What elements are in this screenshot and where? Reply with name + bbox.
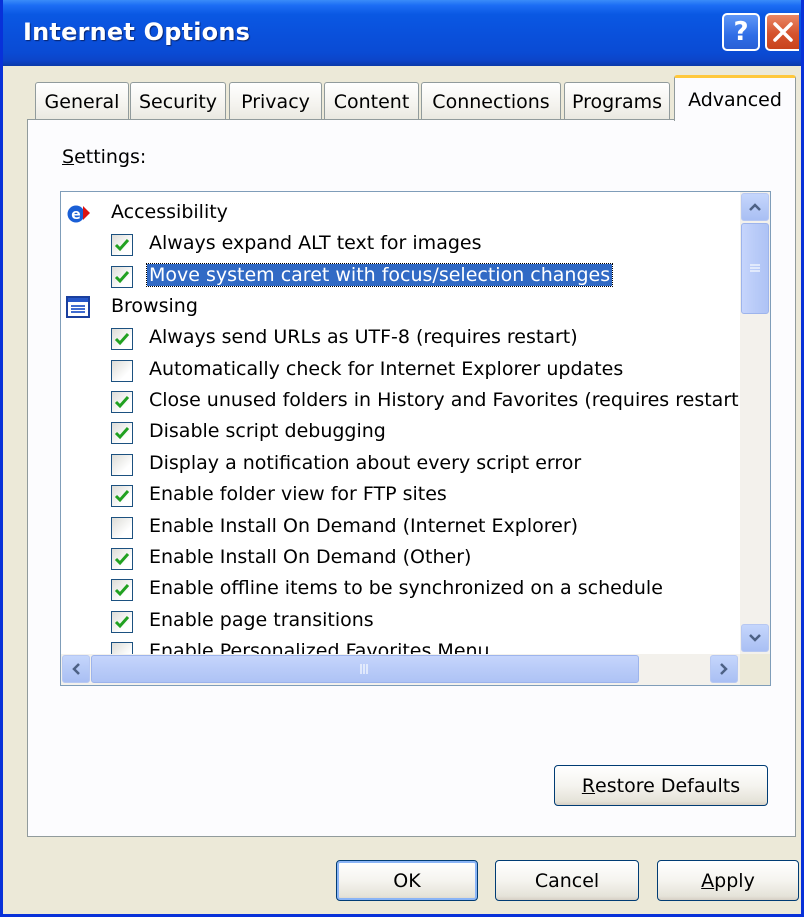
settings-group-browsing[interactable]: Browsing [61,292,741,323]
accessibility-ie-icon: e [67,205,90,223]
chevron-up-icon [749,203,761,211]
group-label: Accessibility [111,201,228,223]
internet-options-dialog: Internet Options ? General Security Privac… [0,0,804,917]
scroll-right-button[interactable] [710,655,738,683]
grip-icon [750,263,760,272]
tab-advanced[interactable]: Advanced [674,75,796,121]
tab-connections[interactable]: Connections [421,82,561,120]
settings-label: Settings: [62,146,147,168]
browsing-icon [66,296,90,319]
setting-label: Disable script debugging [149,420,386,443]
chevron-down-icon [749,634,761,642]
setting-option[interactable]: Enable page transitions [61,606,741,637]
chevron-right-icon [720,663,728,675]
setting-label: Move system caret with focus/selection c… [145,262,614,287]
close-button[interactable] [765,13,799,51]
setting-checkbox[interactable] [111,516,133,539]
window-title: Internet Options [23,18,251,46]
setting-option[interactable]: Move system caret with focus/selection c… [61,261,741,292]
setting-option[interactable]: Display a notification about every scrip… [61,449,741,480]
setting-option[interactable]: Enable Install On Demand (Other) [61,543,741,574]
checkmark-icon [114,239,130,252]
checkmark-icon [114,615,130,628]
restore-defaults-button[interactable]: Restore Defaults [554,765,768,806]
title-bar[interactable]: Internet Options ? [3,0,801,66]
vertical-scrollbar[interactable] [740,192,770,654]
setting-option[interactable]: Enable folder view for FTP sites [61,480,741,511]
grip-icon [360,664,368,674]
apply-button[interactable]: Apply [657,860,799,901]
setting-checkbox[interactable] [111,265,133,288]
help-icon: ? [733,17,749,47]
setting-label: Enable page transitions [149,608,374,631]
setting-label: Automatically check for Internet Explore… [149,357,624,380]
advanced-tab-panel: Settings: e Accessibility Always expand AL… [27,119,796,837]
chevron-left-icon [72,663,80,675]
svg-text:e: e [71,207,81,223]
setting-label: Enable Install On Demand (Other) [149,545,472,568]
scroll-down-button[interactable] [741,624,769,652]
setting-checkbox[interactable] [111,453,133,476]
checkmark-icon [114,333,130,346]
setting-label: Close unused folders in History and Favo… [149,389,746,412]
setting-option[interactable]: Always send URLs as UTF-8 (requires rest… [61,323,741,354]
close-icon [773,22,793,42]
setting-checkbox[interactable] [111,579,133,602]
checkmark-icon [114,270,130,283]
checkmark-icon [114,584,130,597]
tab-programs[interactable]: Programs [564,82,670,120]
horizontal-scroll-thumb[interactable] [91,655,639,683]
setting-option[interactable]: Close unused folders in History and Favo… [61,386,746,417]
ok-button[interactable]: OK [336,860,478,901]
horizontal-scrollbar[interactable] [61,654,770,685]
tab-privacy[interactable]: Privacy [229,82,322,120]
setting-option[interactable]: Enable offline items to be synchronized … [61,574,741,605]
setting-label: Enable folder view for FTP sites [149,483,447,506]
setting-checkbox[interactable] [111,610,133,633]
scrollbar-corner [740,654,770,685]
setting-option[interactable]: Disable script debugging [61,417,741,448]
cancel-button[interactable]: Cancel [495,860,639,901]
scroll-up-button[interactable] [741,193,769,221]
setting-label: Always send URLs as UTF-8 (requires rest… [149,326,578,349]
tab-content[interactable]: Content [324,82,419,120]
setting-label: Display a notification about every scrip… [149,451,582,474]
group-label: Browsing [111,295,198,318]
checkmark-icon [114,490,130,503]
setting-checkbox[interactable] [111,391,133,414]
setting-checkbox[interactable] [111,328,133,351]
setting-label: Enable offline items to be synchronized … [149,577,663,600]
setting-checkbox[interactable] [111,359,133,382]
vertical-scroll-thumb[interactable] [741,223,769,314]
settings-tree-list[interactable]: e Accessibility Always expand ALT text for… [60,191,771,686]
setting-option[interactable]: Automatically check for Internet Explore… [61,355,741,386]
setting-checkbox[interactable] [111,547,133,570]
checkmark-icon [114,427,130,440]
setting-checkbox[interactable] [111,234,133,257]
scroll-left-button[interactable] [62,655,90,683]
setting-checkbox[interactable] [111,485,133,508]
setting-label: Enable Install On Demand (Internet Explo… [149,514,579,537]
checkmark-icon [114,396,130,409]
tab-general[interactable]: General [35,82,129,120]
setting-option[interactable]: Always expand ALT text for images [61,229,741,260]
checkmark-icon [114,552,130,566]
setting-label: Always expand ALT text for images [149,232,482,255]
settings-group-accessibility[interactable]: e Accessibility [61,198,741,229]
help-button[interactable]: ? [722,13,760,51]
setting-option[interactable]: Enable Install On Demand (Internet Explo… [61,512,741,543]
setting-checkbox[interactable] [111,422,133,445]
tab-security[interactable]: Security [130,82,226,120]
